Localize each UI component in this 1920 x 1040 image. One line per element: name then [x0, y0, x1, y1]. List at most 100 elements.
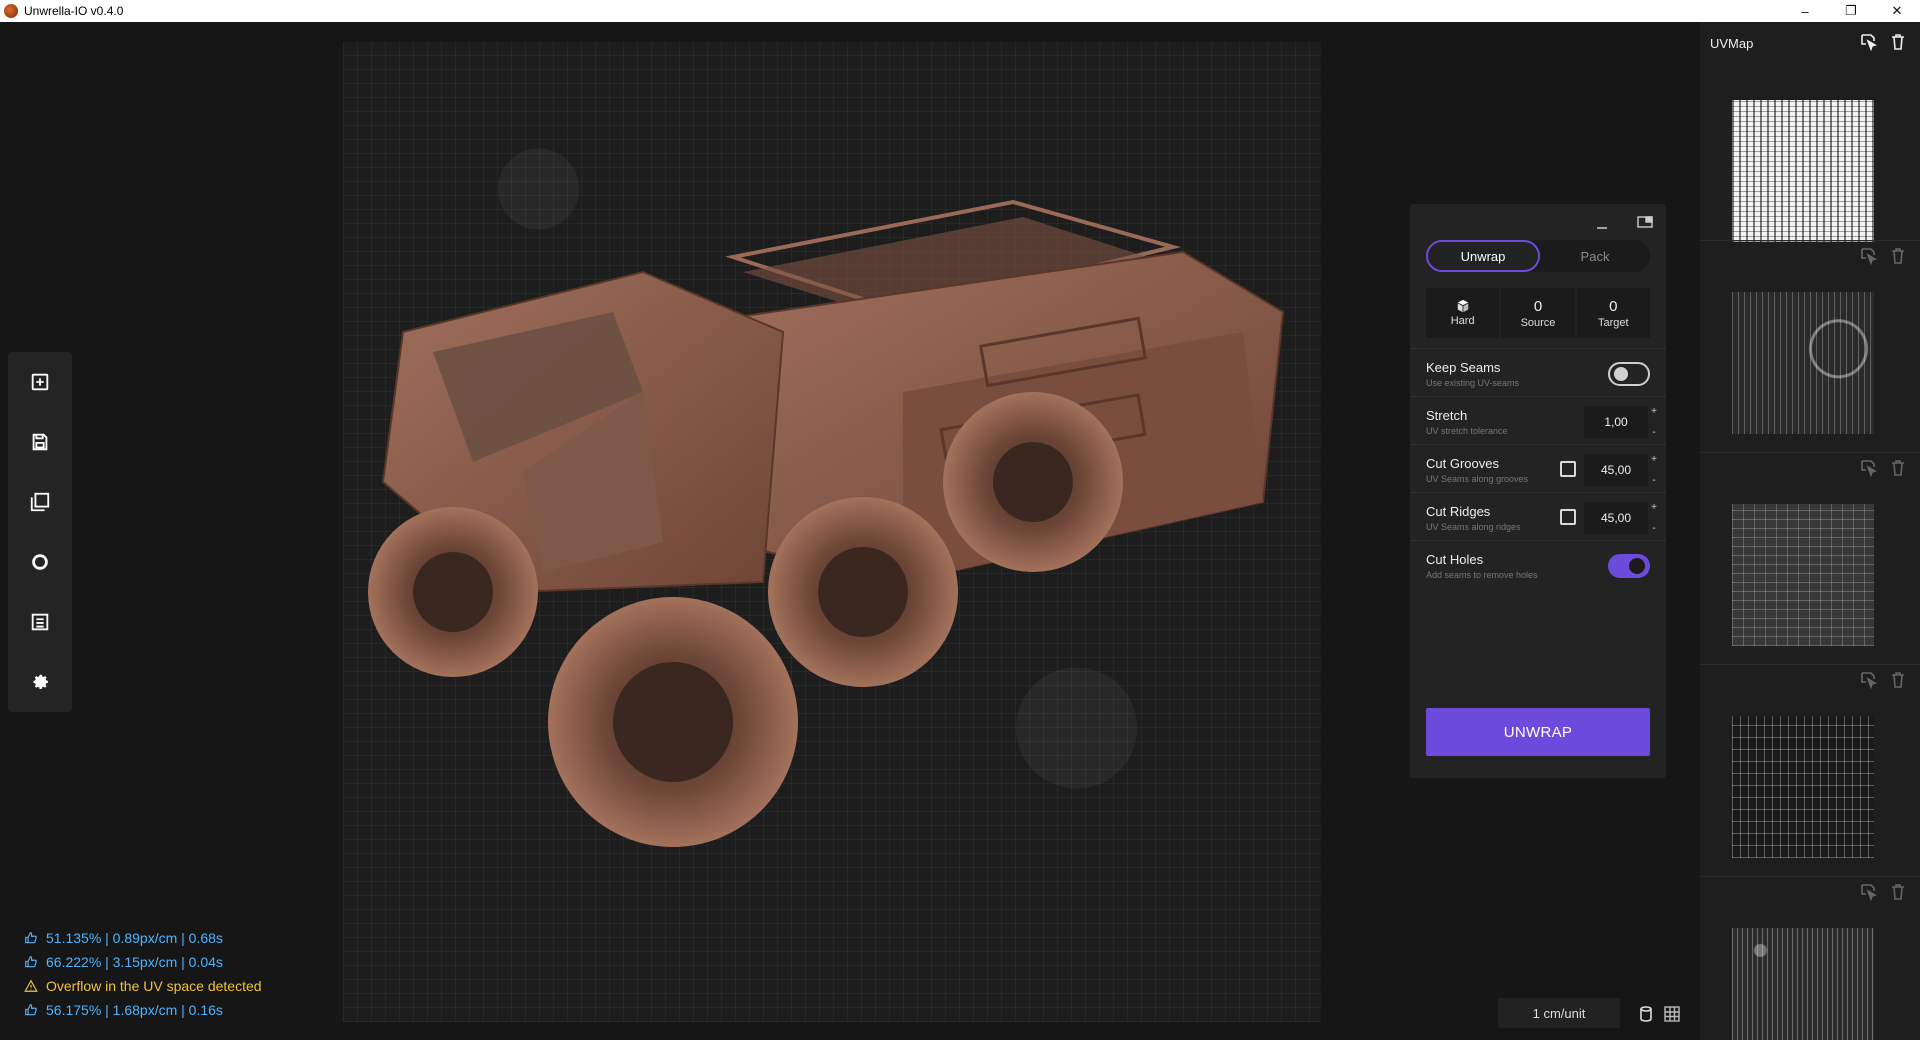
uv-thumbnail[interactable] [1732, 292, 1874, 434]
uv-preview [1732, 292, 1874, 434]
select-uv-icon[interactable] [1858, 32, 1878, 52]
material-button[interactable] [8, 532, 72, 592]
hard-label: Hard [1450, 315, 1475, 327]
increment-button[interactable]: + [1651, 406, 1657, 417]
toggle-knob [1614, 367, 1628, 381]
minimize-panel-icon[interactable] [1594, 216, 1610, 232]
add-square-icon [31, 373, 49, 391]
increment-button[interactable]: + [1651, 454, 1657, 465]
stretch-input[interactable]: 1,00 [1584, 406, 1648, 438]
save-button[interactable] [8, 412, 72, 472]
uv-thumbnail[interactable] [1732, 716, 1874, 858]
source-count: 0 [1533, 297, 1543, 315]
uvmap-header: UVMap [1700, 22, 1920, 62]
select-uv-icon[interactable] [1858, 246, 1878, 266]
keep-seams-title: Keep Seams [1426, 360, 1501, 375]
cut-ridges-subtitle: UV Seams along ridges [1426, 522, 1521, 532]
cut-grooves-row: Cut Grooves UV Seams along grooves 45,00… [1410, 444, 1666, 492]
cut-holes-row: Cut Holes Add seams to remove holes [1410, 540, 1666, 588]
result-text: 56.175% | 1.68px/cm | 0.16s [46, 1002, 223, 1018]
window-controls: – ❐ ✕ [1782, 0, 1920, 22]
uv-preview [1732, 504, 1874, 646]
cut-grooves-input[interactable]: 45,00 [1584, 454, 1648, 486]
thumbs-up-icon [25, 932, 37, 944]
divider [1700, 240, 1920, 241]
tab-pack[interactable]: Pack [1540, 240, 1650, 272]
hard-card[interactable]: Hard [1426, 288, 1500, 338]
cut-holes-subtitle: Add seams to remove holes [1426, 570, 1538, 580]
cut-grooves-stepper[interactable]: + - [1648, 454, 1660, 486]
layers-button[interactable] [8, 472, 72, 532]
cut-ridges-checkbox[interactable] [1560, 509, 1576, 525]
thumbs-up-icon [25, 1004, 37, 1016]
cut-grooves-subtitle: UV Seams along grooves [1426, 474, 1529, 484]
uv-preview [1732, 716, 1874, 858]
result-line: 51.135% | 0.89px/cm | 0.68s [24, 926, 262, 950]
cut-holes-title: Cut Holes [1426, 552, 1484, 567]
result-line: 66.222% | 3.15px/cm | 0.04s [24, 950, 262, 974]
uv-thumbnail[interactable] [1732, 928, 1874, 1040]
cylinder-icon[interactable] [1636, 1004, 1656, 1024]
vehicle-model[interactable] [343, 162, 1321, 982]
cut-grooves-checkbox[interactable] [1560, 461, 1576, 477]
keep-seams-row: Keep Seams Use existing UV-seams [1410, 348, 1666, 396]
uv-map-item[interactable] [1700, 62, 1920, 262]
result-line: 56.175% | 1.68px/cm | 0.16s [24, 998, 262, 1022]
list-icon [31, 613, 49, 631]
mesh-stats: Hard 0 Source 0 Target [1426, 288, 1650, 338]
source-label: Source [1520, 316, 1556, 329]
settings-button[interactable] [8, 652, 72, 712]
uv-map-item[interactable] [1700, 702, 1920, 892]
stretch-stepper[interactable]: + - [1648, 406, 1660, 438]
divider [1700, 664, 1920, 665]
stretch-row: Stretch UV stretch tolerance 1,00 + - [1410, 396, 1666, 444]
left-toolbar [8, 352, 72, 712]
decrement-button[interactable]: - [1652, 475, 1655, 486]
minimize-button[interactable]: – [1782, 0, 1828, 22]
unwrap-results: 51.135% | 0.89px/cm | 0.68s 66.222% | 3.… [24, 926, 262, 1022]
select-uv-icon[interactable] [1858, 458, 1878, 478]
tab-unwrap[interactable]: Unwrap [1426, 240, 1540, 272]
trash-icon[interactable] [1888, 458, 1908, 478]
trash-icon[interactable] [1888, 882, 1908, 902]
uv-map-item[interactable] [1700, 490, 1920, 680]
cut-ridges-input[interactable]: 45,00 [1584, 502, 1648, 534]
log-button[interactable] [8, 592, 72, 652]
title-bar: Unwrella-IO v0.4.0 – ❐ ✕ [0, 0, 1920, 22]
layers-icon [30, 492, 50, 512]
source-card: 0 Source [1501, 288, 1575, 338]
select-uv-icon[interactable] [1858, 670, 1878, 690]
app-logo-icon [4, 4, 18, 18]
window-title: Unwrella-IO v0.4.0 [24, 4, 124, 18]
circle-icon [32, 554, 48, 570]
uvmap-title: UVMap [1710, 36, 1754, 51]
result-text: 51.135% | 0.89px/cm | 0.68s [46, 930, 223, 946]
uv-thumbnail[interactable] [1732, 504, 1874, 646]
uv-map-item[interactable] [1700, 278, 1920, 468]
uv-map-item[interactable] [1700, 914, 1920, 1040]
decrement-button[interactable]: - [1652, 427, 1655, 438]
cut-ridges-stepper[interactable]: + - [1648, 502, 1660, 534]
select-uv-icon[interactable] [1858, 882, 1878, 902]
dock-panel-icon[interactable] [1636, 214, 1654, 230]
divider [1700, 876, 1920, 877]
increment-button[interactable]: + [1651, 502, 1657, 513]
uv-thumbnail[interactable] [1732, 100, 1874, 242]
unit-selector[interactable]: 1 cm/unit [1498, 998, 1620, 1028]
mode-switch: Unwrap Pack [1426, 240, 1650, 272]
trash-icon[interactable] [1888, 670, 1908, 690]
unwrap-button[interactable]: UNWRAP [1426, 708, 1650, 756]
keep-seams-toggle[interactable] [1608, 362, 1650, 386]
restore-button[interactable]: ❐ [1828, 0, 1874, 22]
cut-grooves-title: Cut Grooves [1426, 456, 1499, 471]
trash-icon[interactable] [1888, 32, 1908, 52]
decrement-button[interactable]: - [1652, 523, 1655, 534]
grid-icon[interactable] [1662, 1004, 1682, 1024]
keep-seams-subtitle: Use existing UV-seams [1426, 378, 1520, 388]
gear-icon [33, 674, 48, 690]
close-button[interactable]: ✕ [1874, 0, 1920, 22]
cut-holes-toggle[interactable] [1608, 554, 1650, 578]
new-project-button[interactable] [8, 352, 72, 412]
uvmap-panel: UVMap [1700, 22, 1920, 1040]
trash-icon[interactable] [1888, 246, 1908, 266]
